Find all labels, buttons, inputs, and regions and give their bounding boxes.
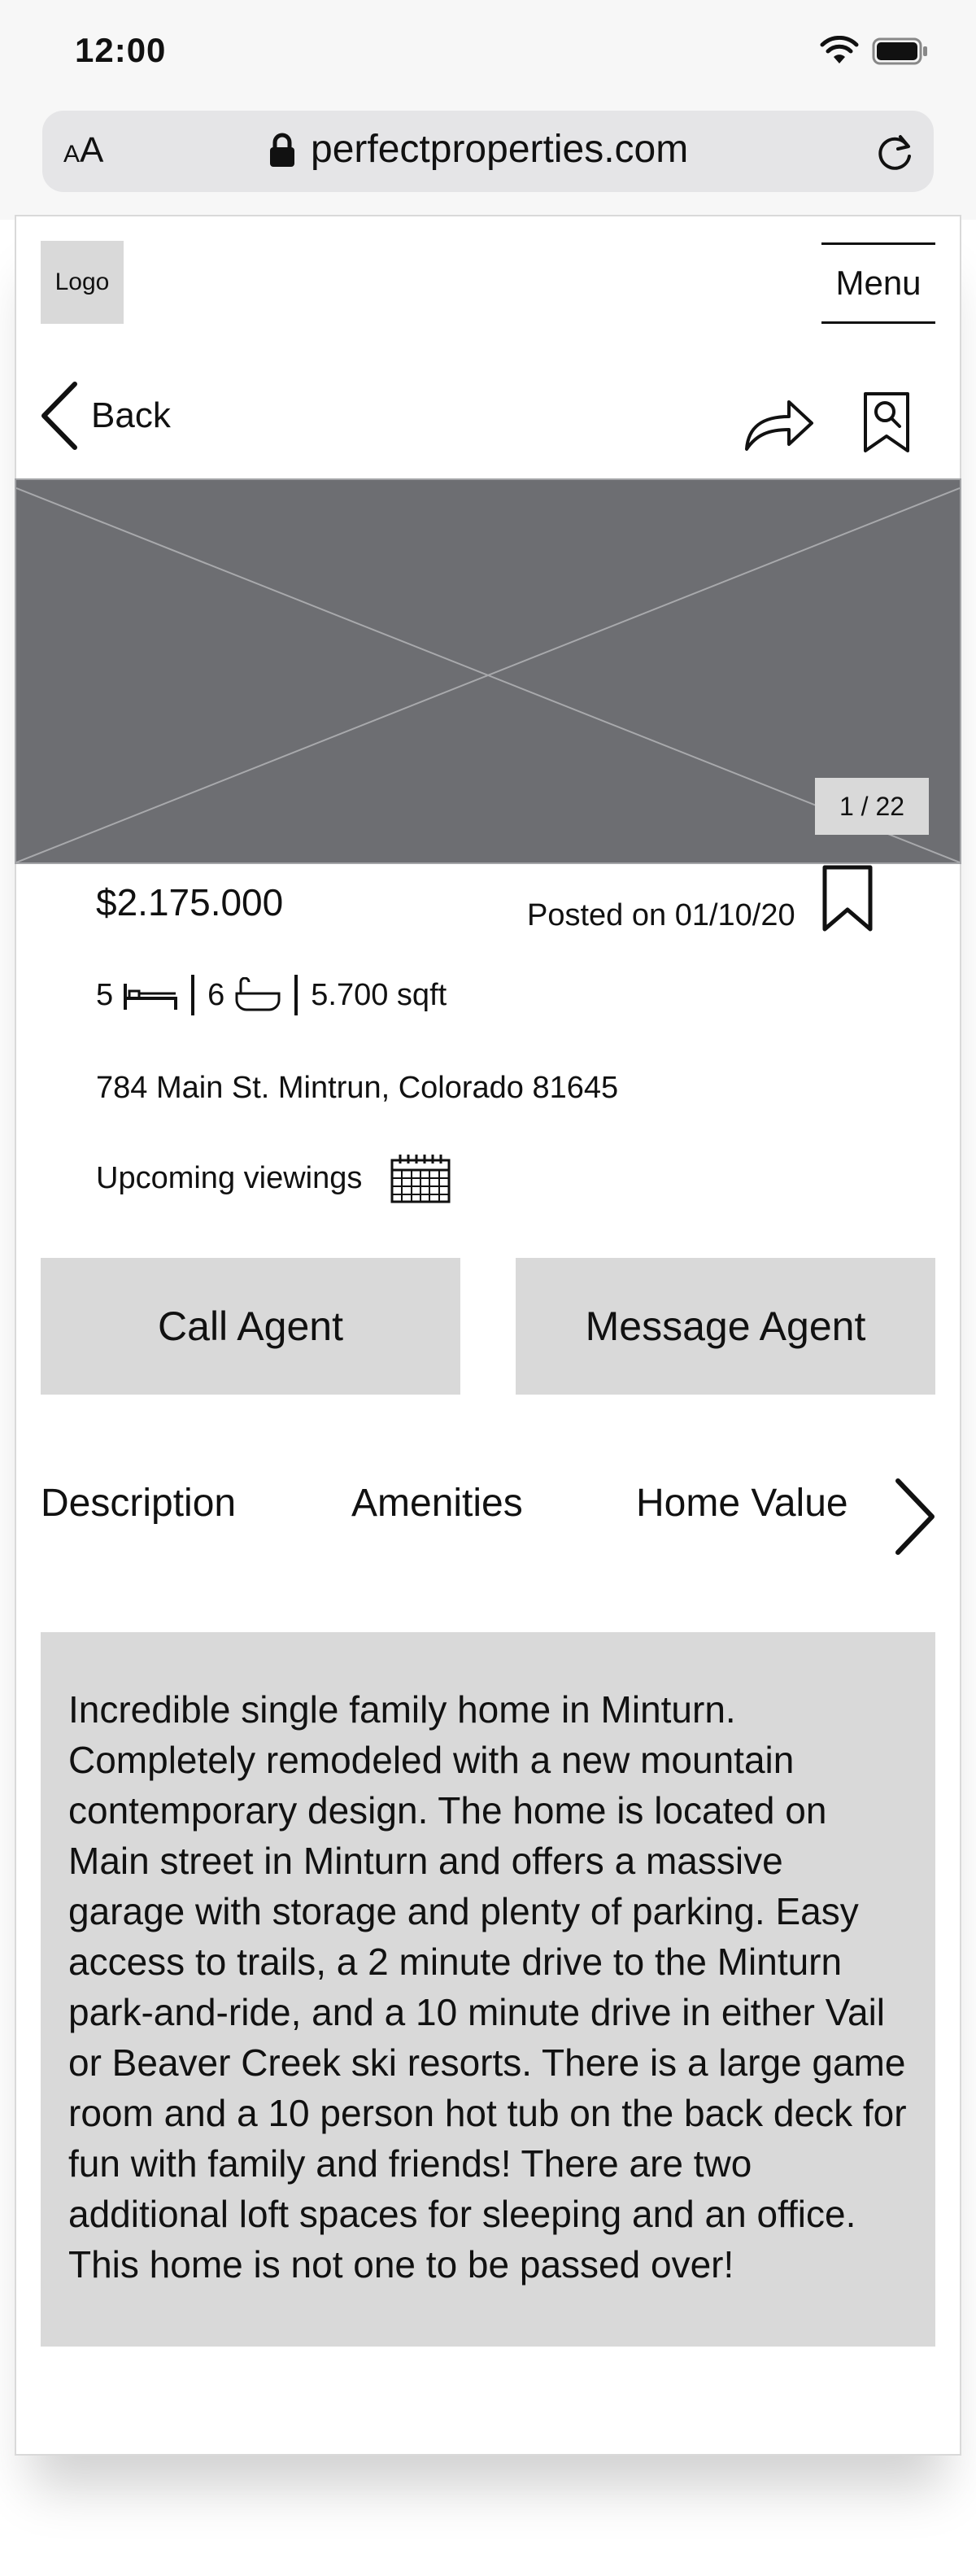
lock-icon bbox=[270, 133, 294, 167]
text-size-small: A bbox=[63, 141, 81, 168]
message-agent-button[interactable]: Message Agent bbox=[516, 1258, 935, 1395]
description-text: Incredible single family home in Minturn… bbox=[68, 1688, 907, 2286]
listing-price: $2.175.000 bbox=[96, 881, 284, 923]
detail-tabs: Description Amenities Home Value bbox=[41, 1478, 935, 1555]
share-icon[interactable] bbox=[743, 395, 815, 452]
status-bar: 12:00 bbox=[0, 0, 976, 106]
baths-count: 6 bbox=[207, 977, 225, 1012]
viewings-label: Upcoming viewings bbox=[96, 1160, 363, 1195]
stats-divider bbox=[294, 975, 298, 1015]
reload-icon[interactable] bbox=[875, 132, 916, 172]
message-agent-label: Message Agent bbox=[585, 1303, 866, 1349]
photo-counter: 1 / 22 bbox=[815, 778, 929, 835]
tab-amenities[interactable]: Amenities bbox=[351, 1481, 523, 1526]
text-size-button[interactable]: AA bbox=[63, 130, 103, 171]
bathtub-icon bbox=[235, 977, 281, 1011]
logo-text: Logo bbox=[54, 269, 110, 295]
url-text[interactable]: perfectproperties.com bbox=[311, 127, 688, 172]
listing-stats: 5 6 5.700 sqft bbox=[96, 975, 447, 1015]
back-button[interactable]: Back bbox=[39, 381, 171, 451]
beds-count: 5 bbox=[96, 977, 114, 1012]
property-address: 784 Main St. Mintrun, Colorado 81645 bbox=[96, 1071, 619, 1105]
posted-date: Posted on 01/10/20 bbox=[527, 898, 795, 932]
save-search-icon[interactable] bbox=[862, 391, 911, 454]
area-sqft: 5.700 sqft bbox=[311, 977, 447, 1012]
stats-divider bbox=[191, 975, 195, 1015]
tab-home-value[interactable]: Home Value bbox=[636, 1481, 848, 1526]
address-bar[interactable]: AA perfectproperties.com bbox=[42, 111, 934, 192]
bed-icon bbox=[124, 984, 178, 1010]
call-agent-button[interactable]: Call Agent bbox=[41, 1258, 460, 1395]
wifi-icon bbox=[820, 36, 859, 63]
bookmark-icon[interactable] bbox=[821, 864, 874, 932]
description-panel: Incredible single family home in Minturn… bbox=[41, 1632, 935, 2347]
tab-description[interactable]: Description bbox=[41, 1481, 236, 1526]
photo-counter-text: 1 / 22 bbox=[839, 791, 905, 821]
status-time: 12:00 bbox=[75, 31, 167, 69]
menu-label: Menu bbox=[835, 264, 922, 302]
text-size-large: A bbox=[80, 130, 104, 170]
menu-button[interactable]: Menu bbox=[821, 242, 935, 324]
chevron-right-icon[interactable] bbox=[891, 1476, 937, 1557]
upcoming-viewings[interactable]: Upcoming viewings bbox=[96, 1152, 451, 1204]
back-chevron-icon bbox=[41, 382, 77, 450]
calendar-icon[interactable] bbox=[390, 1152, 451, 1204]
call-agent-label: Call Agent bbox=[158, 1303, 343, 1349]
battery-icon bbox=[872, 37, 927, 65]
back-label: Back bbox=[91, 395, 171, 435]
site-logo[interactable]: Logo bbox=[41, 241, 124, 324]
